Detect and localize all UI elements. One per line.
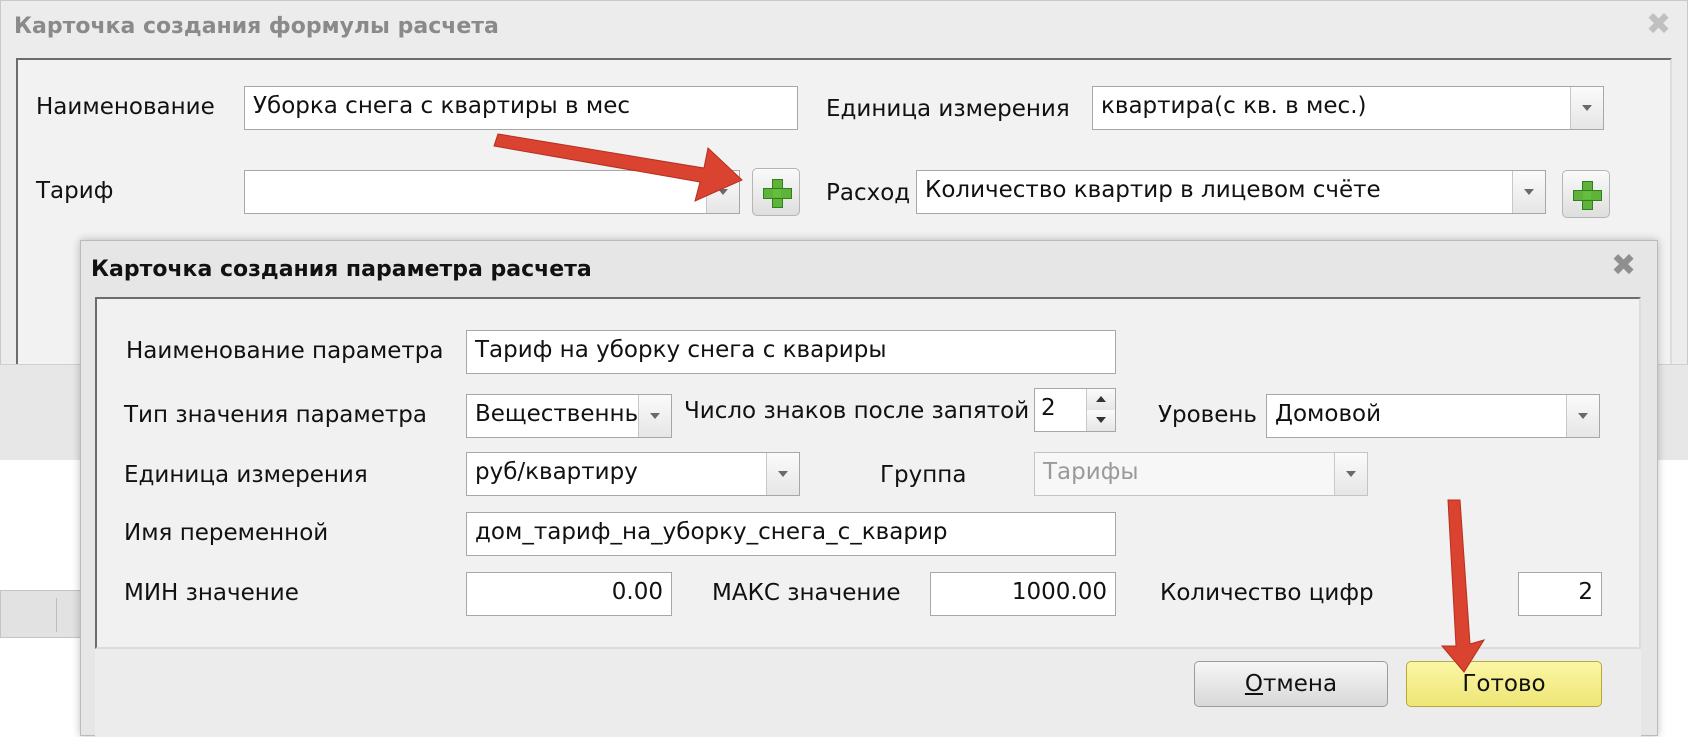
unit-value: квартира(с кв. в мес.)	[1101, 93, 1367, 119]
group-combobox: Тарифы	[1034, 452, 1368, 496]
expense-label: Расход	[826, 180, 911, 206]
value-type-label: Тип значения параметра	[124, 402, 427, 428]
max-value-label: МАКС значение	[712, 580, 901, 606]
param-card-title: Карточка создания параметра расчета	[91, 257, 592, 282]
stepper-down-icon[interactable]	[1086, 410, 1115, 431]
close-icon[interactable]: ✖	[1646, 10, 1671, 40]
var-name-input[interactable]: дом_тариф_на_уборку_снега_с_кварир	[466, 512, 1116, 556]
stepper-up-icon[interactable]	[1086, 389, 1115, 411]
max-value-input[interactable]: 1000.00	[930, 572, 1116, 616]
decimals-value: 2	[1041, 395, 1056, 421]
chevron-down-icon[interactable]	[706, 171, 739, 213]
value-type-value: Вещественны	[475, 401, 643, 427]
chevron-down-icon[interactable]	[1512, 171, 1545, 213]
chevron-down-icon[interactable]	[1566, 395, 1599, 437]
background-toolbar-divider	[56, 598, 57, 632]
tariff-combobox[interactable]	[244, 170, 740, 214]
close-icon[interactable]: ✖	[1611, 251, 1636, 281]
group-value: Тарифы	[1043, 459, 1139, 485]
level-value: Домовой	[1275, 401, 1382, 427]
digits-count-input[interactable]: 2	[1518, 572, 1602, 616]
name-input[interactable]: Уборка снега с квартиры в мес	[244, 86, 798, 130]
param-name-input[interactable]: Тариф на уборку снега с квариры	[466, 330, 1116, 374]
add-tariff-button[interactable]	[752, 168, 800, 216]
level-label: Уровень	[1158, 402, 1257, 428]
cancel-mnemonic: О	[1244, 671, 1264, 697]
name-label: Наименование	[36, 94, 215, 120]
level-combobox[interactable]: Домовой	[1266, 394, 1600, 438]
formula-card-title: Карточка создания формулы расчета	[14, 14, 499, 39]
chevron-down-icon	[1334, 453, 1367, 495]
chevron-down-icon[interactable]	[1570, 87, 1603, 129]
param-unit-label: Единица измерения	[124, 462, 368, 488]
param-unit-combobox[interactable]: руб/квартиру	[466, 452, 800, 496]
expense-value: Количество квартир в лицевом счёте	[925, 177, 1381, 203]
digits-count-label: Количество цифр	[1160, 580, 1374, 606]
plus-icon-center	[1583, 191, 1591, 199]
add-expense-button[interactable]	[1562, 170, 1610, 218]
expense-combobox[interactable]: Количество квартир в лицевом счёте	[916, 170, 1546, 214]
min-value-label: МИН значение	[124, 580, 299, 606]
cancel-button[interactable]: Отмена	[1194, 661, 1388, 707]
chevron-down-icon[interactable]	[766, 453, 799, 495]
min-value-input[interactable]: 0.00	[466, 572, 672, 616]
done-button[interactable]: Готово	[1406, 661, 1602, 707]
plus-icon-center	[773, 189, 781, 197]
param-unit-value: руб/квартиру	[475, 459, 638, 485]
param-name-label: Наименование параметра	[126, 338, 444, 364]
value-type-combobox[interactable]: Вещественны	[466, 394, 672, 438]
tariff-label: Тариф	[36, 178, 114, 204]
chevron-down-icon[interactable]	[638, 395, 671, 437]
var-name-label: Имя переменной	[124, 520, 329, 546]
decimals-stepper[interactable]: 2	[1034, 388, 1116, 432]
decimals-label: Число знаков после запятой	[684, 398, 1030, 424]
unit-combobox[interactable]: квартира(с кв. в мес.)	[1092, 86, 1604, 130]
cancel-label: тмена	[1263, 671, 1338, 697]
unit-label: Единица измерения	[826, 96, 1070, 122]
group-label: Группа	[880, 462, 967, 488]
